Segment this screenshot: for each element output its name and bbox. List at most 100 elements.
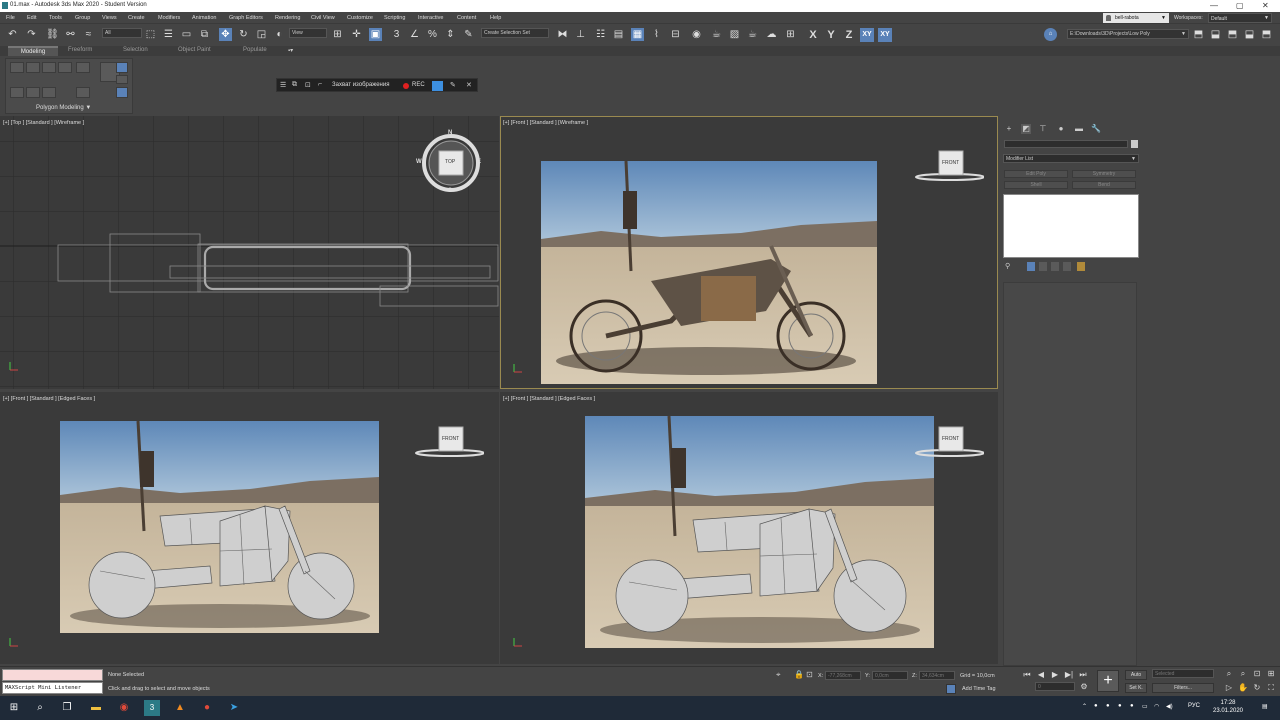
3ds-max-icon[interactable]: 3 — [144, 700, 160, 716]
add-time-tag[interactable]: Add Time Tag — [962, 686, 996, 692]
go-to-start-icon[interactable]: ⏮ — [1022, 670, 1032, 680]
project-tool-4-icon[interactable]: ⬓ — [1243, 28, 1256, 41]
selection-lock-icon[interactable]: 🔒 — [794, 670, 804, 680]
maxscript-listener[interactable]: MAXScript Mini Listener — [2, 682, 103, 694]
menu-help[interactable]: Help — [490, 15, 501, 21]
symmetry-button[interactable]: Symmetry — [1072, 170, 1136, 178]
time-tag-icon[interactable] — [946, 684, 956, 694]
menu-group[interactable]: Group — [75, 15, 90, 21]
ribbon-tool-icon[interactable] — [58, 62, 72, 73]
absolute-mode-icon[interactable]: ⊡ — [806, 670, 816, 680]
user-account-dropdown[interactable]: bell-rabota ▼ — [1103, 13, 1169, 23]
viewport-label[interactable]: [+] [Front ] [Standard ] [Edged Faces ] — [503, 396, 595, 402]
project-tool-1-icon[interactable]: ⬒ — [1192, 28, 1205, 41]
select-manipulate-icon[interactable]: ✛ — [350, 28, 363, 41]
menu-file[interactable]: File — [6, 15, 15, 21]
modifier-list-dropdown[interactable]: Modifier List ▼ — [1003, 154, 1139, 163]
undo-icon[interactable]: ↶ — [6, 28, 19, 41]
menu-icon[interactable]: ☰ — [280, 81, 286, 89]
menu-views[interactable]: Views — [102, 15, 117, 21]
axis-z-button[interactable]: Z — [842, 28, 856, 42]
menu-graph-editors[interactable]: Graph Editors — [229, 15, 263, 21]
select-and-rotate-icon[interactable]: ↻ — [237, 28, 250, 41]
scene-explorer-icon[interactable]: ☷ — [594, 28, 607, 41]
select-and-move-icon[interactable]: ✥ — [219, 28, 232, 41]
menu-edit[interactable]: Edit — [27, 15, 36, 21]
a360-gallery-icon[interactable]: ⊞ — [784, 28, 797, 41]
mirror-icon[interactable]: ⧓ — [556, 28, 569, 41]
task-view-icon[interactable]: ❐ — [59, 700, 75, 716]
menu-content[interactable]: Content — [457, 15, 476, 21]
named-selection-dropdown[interactable]: Create Selection Set — [481, 28, 549, 38]
auto-key-button[interactable]: Auto — [1125, 670, 1147, 680]
window-capture-icon[interactable]: ⧉ — [292, 81, 297, 89]
pivot-center-icon[interactable]: ⊞ — [331, 28, 344, 41]
pen-icon[interactable]: ✎ — [450, 81, 456, 89]
set-key-button[interactable]: + — [1097, 670, 1119, 692]
align-icon[interactable]: ⊥ — [574, 28, 587, 41]
edit-poly-button[interactable]: Edit Poly — [1004, 170, 1068, 178]
menu-modifiers[interactable]: Modifiers — [158, 15, 180, 21]
ribbon-tool-icon[interactable] — [10, 62, 24, 73]
shell-button[interactable]: Shell — [1004, 181, 1068, 189]
ribbon-tool-icon[interactable] — [76, 62, 90, 73]
workspace-select[interactable]: Default ▼ — [1208, 13, 1272, 23]
viewport-top[interactable]: [+] [Top ] [Standard ] [Wireframe ] TOP … — [0, 116, 499, 389]
select-and-place-icon[interactable]: ◐ — [273, 28, 286, 41]
configure-modifier-sets-icon[interactable] — [1063, 262, 1071, 271]
bend-button[interactable]: Bend — [1072, 181, 1136, 189]
selection-filter-dropdown[interactable]: All — [102, 28, 142, 38]
object-color-swatch[interactable] — [1131, 140, 1138, 148]
snaps-toggle-icon[interactable]: 3 — [390, 28, 403, 41]
ribbon-tool-icon[interactable] — [42, 87, 56, 98]
display-tab-icon[interactable]: ▬ — [1074, 124, 1084, 134]
hierarchy-tab-icon[interactable]: ⊤ — [1038, 124, 1048, 134]
ribbon-options-icon[interactable]: ▪▾ — [288, 46, 293, 56]
viewport-front-edged-right[interactable]: [+] [Front ] [Standard ] [Edged Faces ] — [500, 392, 998, 664]
play-icon[interactable]: ▶ — [1050, 670, 1060, 680]
maxscript-listener-input[interactable] — [2, 669, 103, 681]
link-icon[interactable]: ⛓ — [46, 28, 59, 41]
material-editor-icon[interactable]: ◉ — [690, 28, 703, 41]
telegram-icon[interactable]: ➤ — [226, 700, 242, 716]
current-frame-field[interactable]: 0 — [1035, 682, 1075, 691]
viewport-label[interactable]: [+] [Front ] [Standard ] [Edged Faces ] — [3, 396, 95, 402]
project-folder-icon[interactable]: ⌂ — [1044, 28, 1057, 41]
ribbon-tool-icon[interactable] — [10, 87, 24, 98]
percent-snap-icon[interactable]: % — [426, 28, 439, 41]
windows-start-icon[interactable]: ⊞ — [6, 700, 22, 716]
remove-modifier-icon[interactable] — [1051, 262, 1059, 271]
project-tool-2-icon[interactable]: ⬓ — [1209, 28, 1222, 41]
previous-frame-icon[interactable]: ◀ — [1036, 670, 1046, 680]
network-icon[interactable]: ▭ — [1142, 703, 1148, 710]
rendered-frame-window-icon[interactable]: ▨ — [728, 28, 741, 41]
unlink-icon[interactable]: ⚯ — [64, 28, 77, 41]
pin-stack-icon[interactable]: ⚲ — [1005, 262, 1013, 271]
record-app-icon[interactable]: ● — [199, 700, 215, 716]
angle-snap-icon[interactable]: ∠ — [408, 28, 421, 41]
region-capture-icon[interactable]: ⊡ — [305, 81, 311, 89]
make-unique-icon[interactable] — [1039, 262, 1047, 271]
zoom-icon[interactable]: ⌕ — [1224, 669, 1234, 679]
schematic-view-icon[interactable]: ⊟ — [669, 28, 682, 41]
set-key-mode-button[interactable]: Set K. — [1125, 683, 1147, 693]
close-button[interactable]: ✕ — [1262, 1, 1269, 10]
time-configuration-icon[interactable]: ⚙ — [1079, 682, 1089, 692]
viewcube[interactable]: FRONT — [914, 150, 985, 182]
vlc-icon[interactable]: ▲ — [172, 700, 188, 716]
crop-capture-icon[interactable]: ⌐ — [318, 81, 322, 88]
rectangular-selection-icon[interactable]: ▭ — [180, 28, 193, 41]
tray-chevron-icon[interactable]: ⌃ — [1082, 703, 1087, 710]
orbit-icon[interactable]: ↻ — [1252, 683, 1262, 693]
layer-explorer-icon[interactable]: ▤ — [612, 28, 625, 41]
menu-tools[interactable]: Tools — [49, 15, 62, 21]
create-tab-icon[interactable]: + — [1004, 124, 1014, 134]
use-soft-selection-icon[interactable] — [116, 87, 128, 98]
menu-scripting[interactable]: Scripting — [384, 15, 405, 21]
axis-xy-plane-button[interactable]: XY — [878, 28, 892, 42]
viewcube-face[interactable]: FRONT — [942, 436, 959, 442]
close-icon[interactable]: ✕ — [466, 81, 472, 89]
select-object-icon[interactable]: ⬚ — [144, 28, 157, 41]
maximize-viewport-icon[interactable]: ⛶ — [1266, 683, 1276, 693]
minimize-button[interactable]: — — [1210, 1, 1218, 10]
